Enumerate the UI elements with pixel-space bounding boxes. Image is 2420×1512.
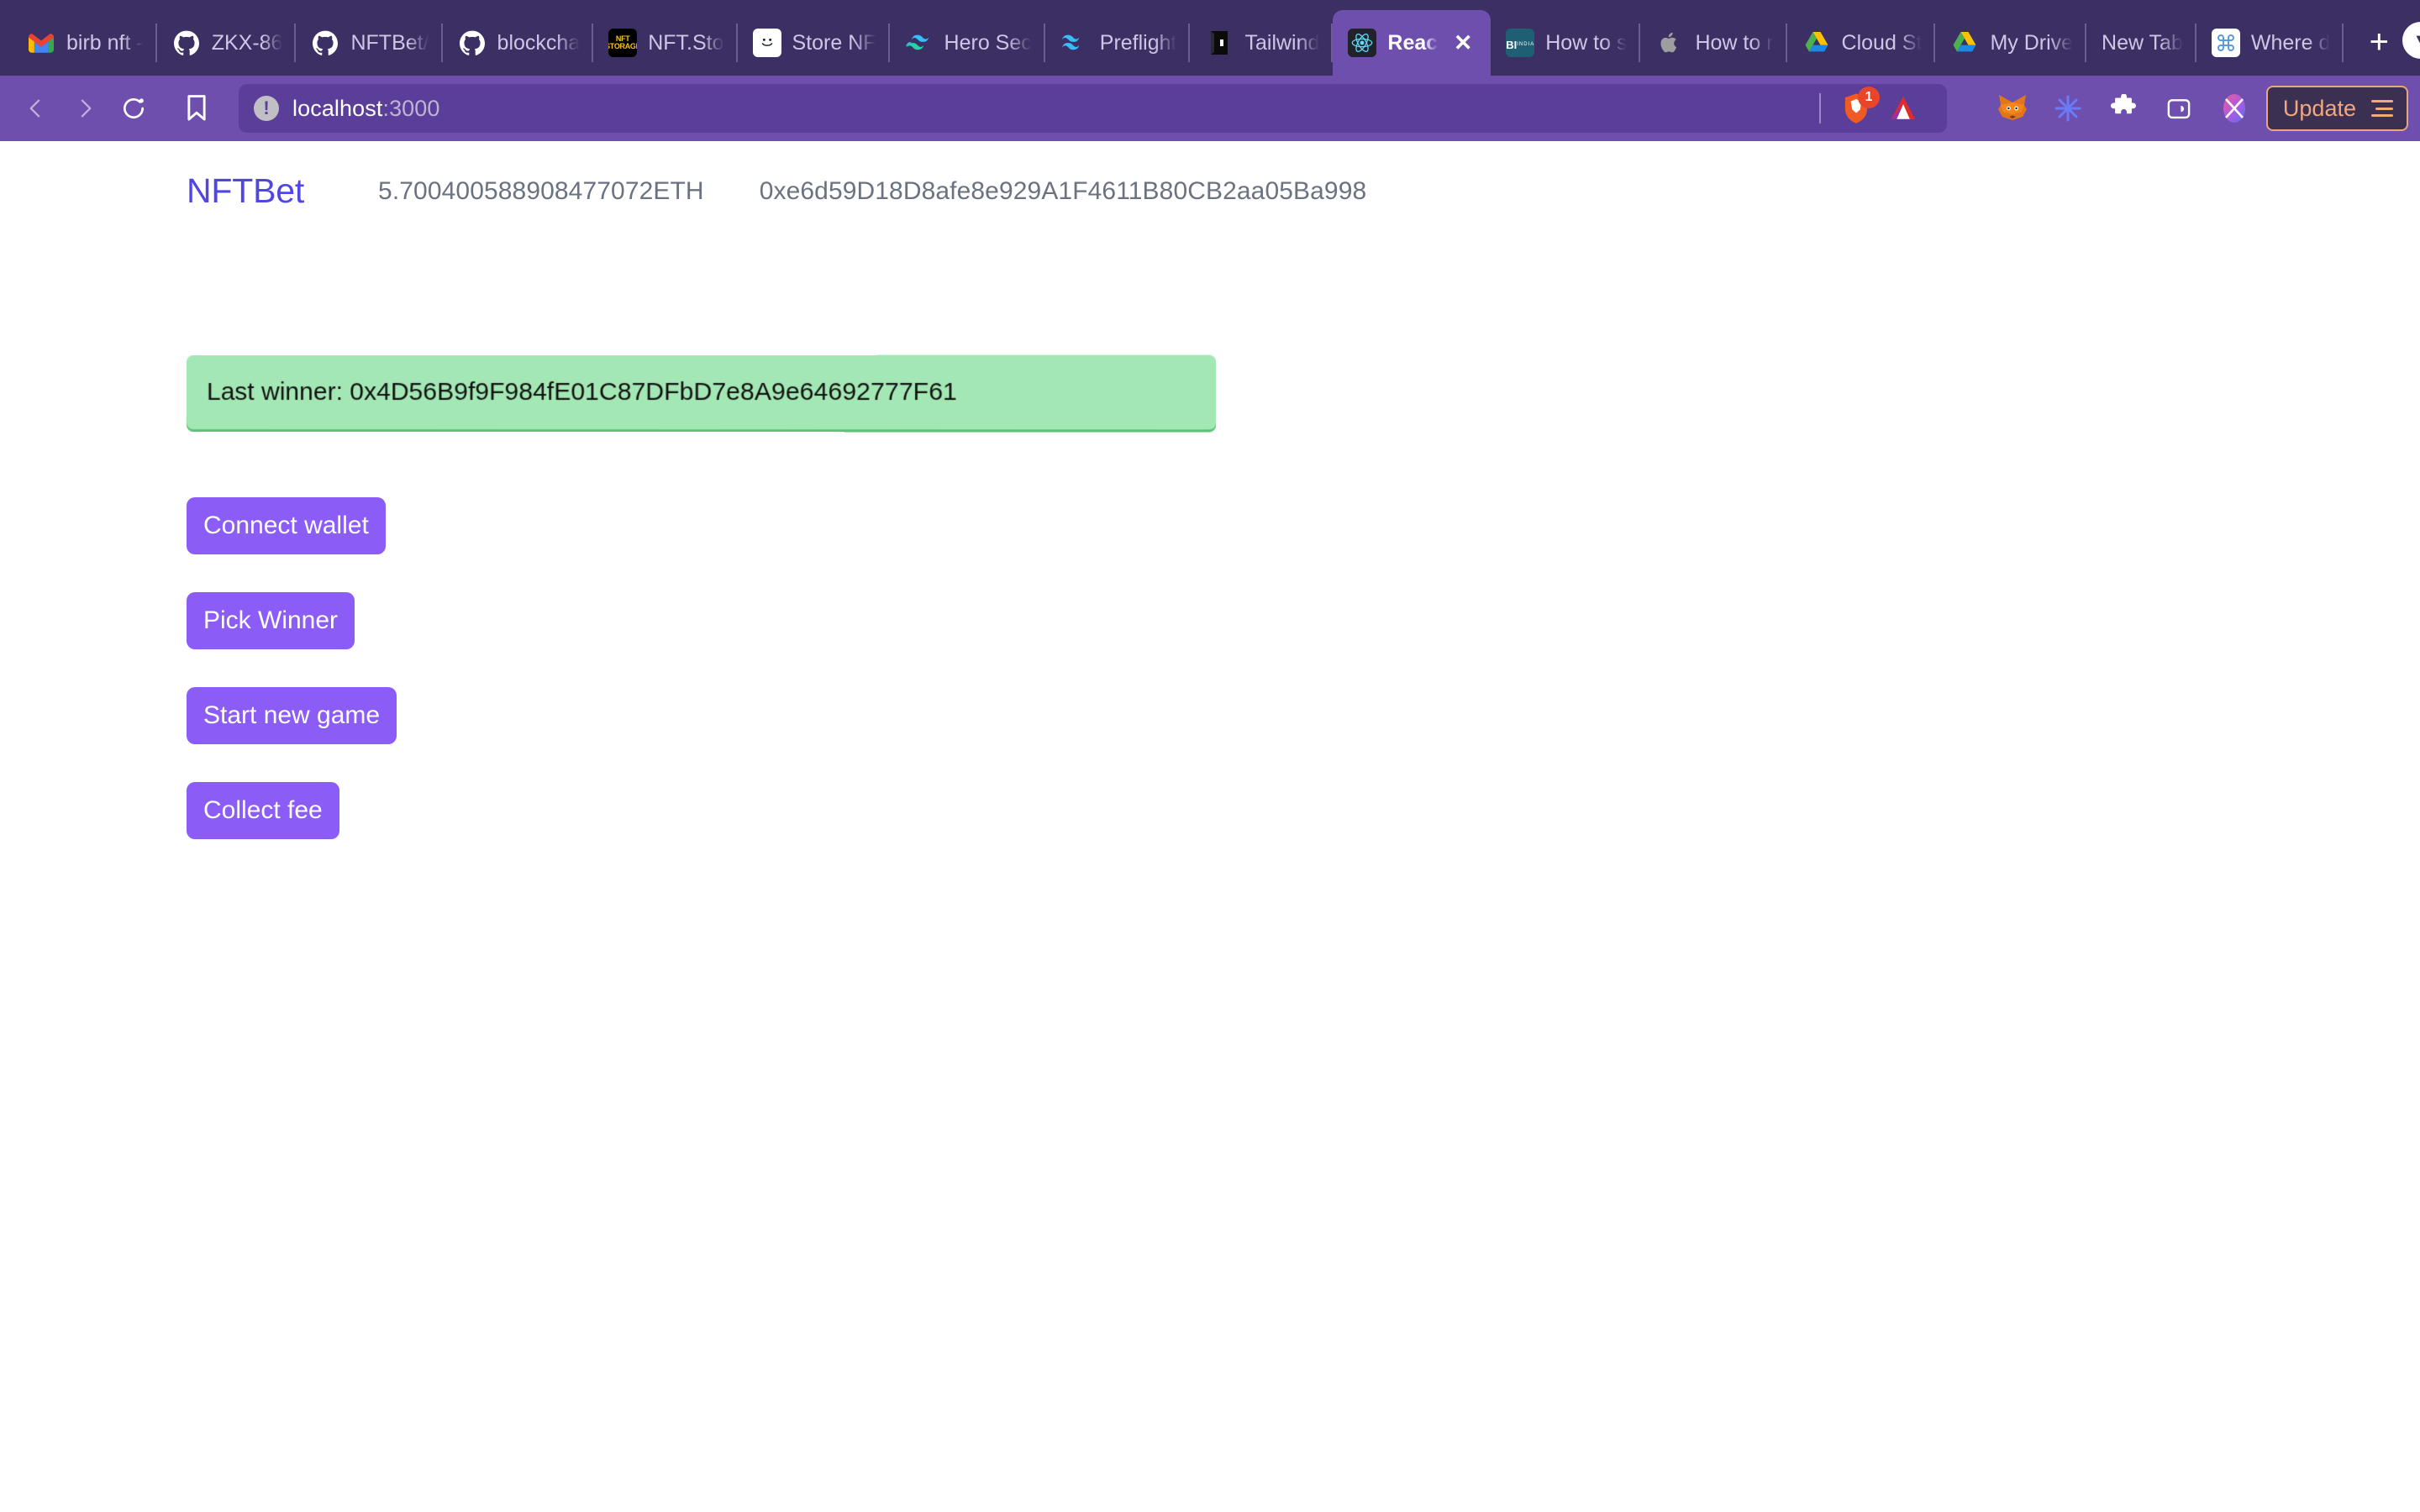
menu-icon[interactable] [2371,100,2393,117]
browser-tab[interactable]: birb nft - [12,10,157,76]
page-viewport: NFTBet 5.700400588908477072ETH 0xe6d59D1… [0,141,2420,1512]
collect-fee-button[interactable]: Collect fee [187,782,339,839]
bookmark-icon[interactable] [173,85,220,132]
apple-icon [1655,29,1684,57]
tab-title: ZKX-86 [211,30,283,55]
tab-title: Cloud St [1841,30,1923,55]
app-header: NFTBet 5.700400588908477072ETH 0xe6d59D1… [0,141,2420,211]
url-host: localhost [292,95,383,121]
new-tab-button[interactable]: + [2355,18,2402,66]
url-input[interactable]: ! localhost:3000 1 [239,84,1947,133]
extensions-puzzle-icon[interactable] [2100,85,2147,132]
brave-shields-icon[interactable]: 1 [1833,85,1880,132]
github-icon [311,29,339,57]
tab-title: Where d [2250,30,2331,55]
reload-icon[interactable] [109,84,158,133]
command-icon [2211,29,2240,57]
tab-list-icon[interactable]: ▼ [2402,22,2420,59]
last-winner-banner: Last winner: 0x4D56B9f9F984fE01C87DFbD7e… [187,354,1217,430]
tab-title: My Drive [1990,30,2074,55]
tab-title: Preflight [1099,30,1177,55]
browser-tab[interactable]: My Drive [1935,10,2086,76]
browser-tab[interactable]: NFTBet/ [296,10,443,76]
tab-title: How to s [1545,30,1628,55]
gmail-icon [27,29,55,57]
url-bar-actions: 1 [1814,85,1932,132]
browser-tab[interactable]: blockcha [443,10,594,76]
business-insider-icon: BI INDIA [1506,29,1535,57]
connect-wallet-button[interactable]: Connect wallet [187,497,386,554]
app-logo: NFTBet [187,171,305,210]
navigation-toolbar: ! localhost:3000 1 Update [0,76,2420,141]
github-icon [458,29,487,57]
tab-title: New Tab [2102,30,2183,55]
tab-title: Hero Sec [944,30,1032,55]
update-button[interactable]: Update [2265,86,2408,131]
brave-rewards-icon[interactable] [1880,85,1927,132]
shield-badge-count: 1 [1857,87,1880,108]
smiley-icon [752,29,781,57]
browser-tab[interactable]: Hero Sec [890,10,1045,76]
wallet-balance: 5.700400588908477072ETH [378,176,704,205]
url-text: localhost:3000 [292,96,440,122]
game-panel: Last winner: 0x4D56B9f9F984fE01C87DFbD7e… [0,211,2420,839]
tab-strip: birb nft - ZKX-86 NFTBet/ blockcha NFTST… [0,0,2420,76]
browser-window: birb nft - ZKX-86 NFTBet/ blockcha NFTST… [0,0,2420,1512]
tailwind-icon [1060,29,1089,57]
start-new-game-button[interactable]: Start new game [187,687,397,744]
url-port: :3000 [382,95,440,121]
site-info-icon[interactable]: ! [254,96,279,121]
browser-tab[interactable]: Cloud St [1787,10,1936,76]
google-drive-icon [1802,29,1831,57]
tab-title: How to r [1695,30,1774,55]
browser-tab-active[interactable]: Reac ✕ [1333,10,1491,76]
browser-tab[interactable]: New Tab [2086,10,2196,76]
browser-tab[interactable]: ZKX-86 [157,10,297,76]
browser-tab[interactable]: How to r [1640,10,1787,76]
rainbow-wallet-icon[interactable] [2211,85,2258,132]
tab-title: birb nft - [66,30,144,55]
tab-title: Store NF [792,30,876,55]
wallet-icon[interactable] [2155,85,2202,132]
browser-tab[interactable]: NFTSTORAGE NFT.Sto [593,10,738,76]
metamask-icon[interactable] [1989,85,2036,132]
browser-tab[interactable]: Tailwind [1190,10,1334,76]
back-icon[interactable] [12,84,60,133]
update-label: Update [2282,95,2356,121]
extensions-toolbar [1989,85,2258,132]
tab-title: NFTBet/ [350,30,429,55]
github-icon [172,29,201,57]
browser-tab[interactable]: Where d [2196,10,2344,76]
close-icon[interactable]: ✕ [1449,29,1477,57]
browser-tab[interactable]: Store NF [738,10,890,76]
browser-tab[interactable]: BI INDIA How to s [1491,10,1641,76]
browser-tab[interactable]: Preflight [1045,10,1191,76]
tab-title: Reac [1387,30,1439,55]
nft-storage-icon: NFTSTORAGE [608,29,638,57]
wallet-address: 0xe6d59D18D8afe8e929A1F4611B80CB2aa05Ba9… [759,176,1367,205]
react-icon [1348,29,1377,57]
book-icon [1205,29,1234,57]
extension-star-icon[interactable] [2044,85,2091,132]
tab-title: Tailwind [1244,30,1320,55]
forward-icon[interactable] [60,84,109,133]
tab-title: blockcha [497,30,581,55]
divider [1818,93,1821,123]
pick-winner-button[interactable]: Pick Winner [187,592,355,649]
tab-title: NFT.Sto [648,30,724,55]
url-bar-container: ! localhost:3000 1 [173,84,1947,133]
tailwind-icon [905,29,934,57]
google-drive-icon [1950,29,1979,57]
